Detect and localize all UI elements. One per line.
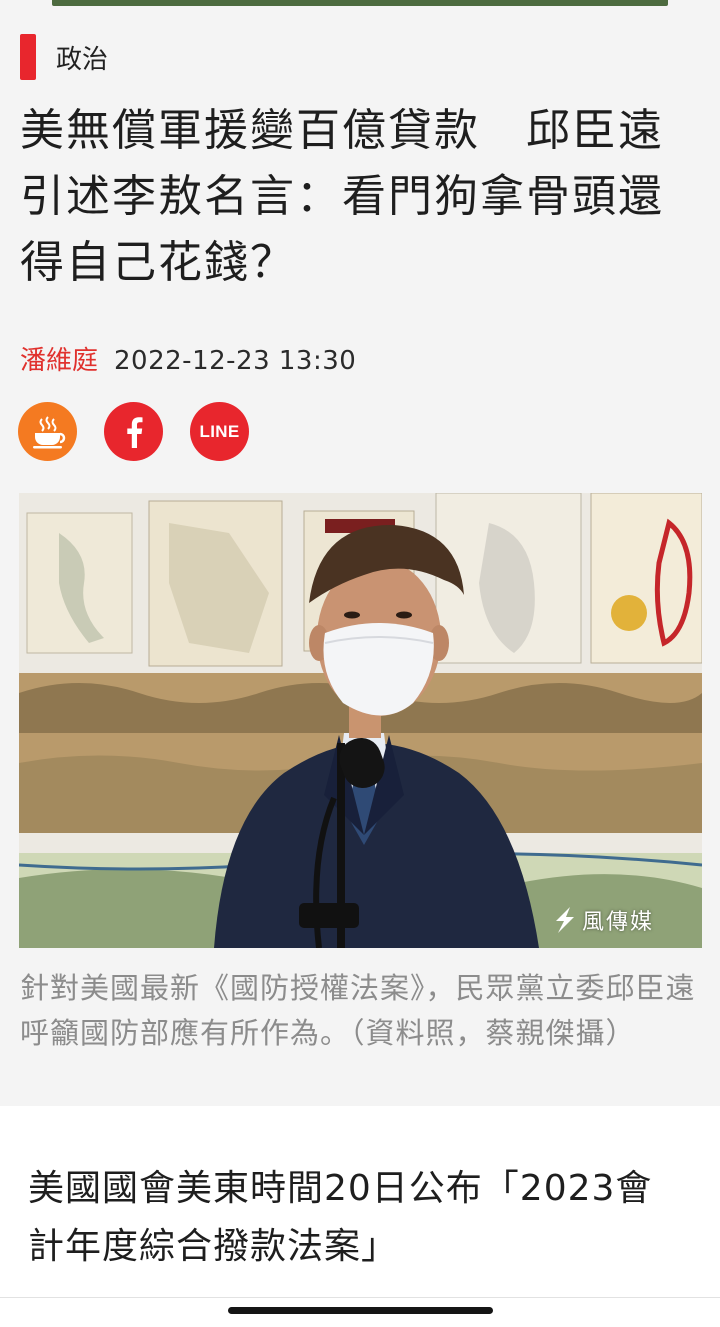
- publish-datetime: 2022-12-23 13:30: [114, 346, 357, 376]
- category-label: 政治: [56, 44, 109, 75]
- facebook-icon: [126, 416, 142, 448]
- home-indicator[interactable]: [228, 1307, 493, 1314]
- coffee-share-button[interactable]: [18, 402, 77, 461]
- facebook-share-button[interactable]: [104, 402, 163, 461]
- author-link[interactable]: 潘維庭: [20, 340, 98, 377]
- article-meta: 潘維庭 2022-12-23 13:30: [20, 340, 356, 377]
- photo-watermark: 風傳媒: [554, 904, 654, 936]
- article-photo: 風傳媒: [19, 493, 702, 948]
- article-headline: 美無償軍援變百億貸款 邱臣遠引述李敖名言：看門狗拿骨頭還得自己花錢？: [20, 105, 664, 288]
- watermark-logo-icon: [555, 907, 574, 933]
- watermark-text: 風傳媒: [581, 910, 654, 935]
- share-bar: LINE: [18, 402, 249, 461]
- top-banner-strip: [52, 0, 668, 6]
- line-share-button[interactable]: LINE: [190, 402, 249, 461]
- photo-caption: 針對美國最新《國防授權法案》，民眾黨立委邱臣遠呼籲國防部應有所作為。（資料照，蔡…: [20, 971, 696, 1050]
- category-marker: [20, 34, 36, 80]
- category-tag[interactable]: 政治: [20, 34, 108, 80]
- line-icon: LINE: [199, 421, 240, 441]
- article-body: 美國國會美東時間20日公布「2023會計年度綜合撥款法案」: [0, 1106, 720, 1327]
- article-paragraph: 美國國會美東時間20日公布「2023會計年度綜合撥款法案」: [28, 1168, 653, 1267]
- coffee-icon: [32, 415, 65, 448]
